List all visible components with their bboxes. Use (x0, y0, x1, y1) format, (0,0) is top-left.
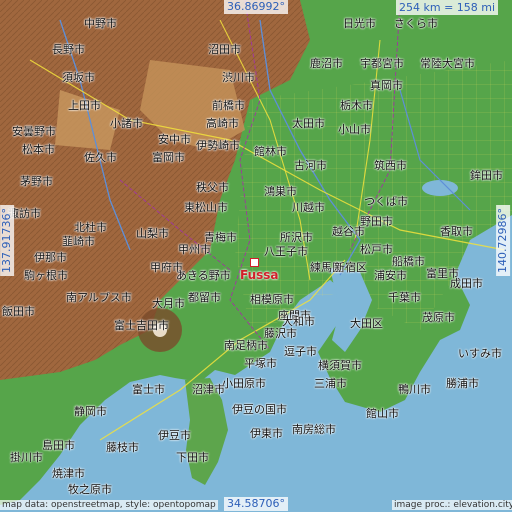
city-label: 横須賀市 (318, 359, 362, 372)
city-label: 古河市 (294, 159, 327, 172)
city-label: 飯田市 (2, 305, 35, 318)
city-label: 高崎市 (206, 117, 239, 130)
city-label: 真岡市 (370, 79, 403, 92)
city-label: 渋川市 (222, 71, 255, 84)
scale-bar: 254 km = 158 mi (396, 0, 499, 15)
city-label: 伊勢崎市 (196, 139, 240, 152)
attribution-right: image proc.: elevation.city (392, 500, 512, 510)
city-label: 三浦市 (314, 377, 347, 390)
city-label: 香取市 (440, 225, 473, 238)
city-label: 南足柄市 (224, 339, 268, 352)
city-label: 韮崎市 (62, 235, 95, 248)
city-label: 松戸市 (360, 243, 393, 256)
city-label: 船橋市 (392, 255, 425, 268)
city-label: 大和市 (282, 315, 315, 328)
city-label: 太田市 (292, 117, 325, 130)
city-label: 越谷市 (332, 225, 365, 238)
city-label: 島田市 (42, 439, 75, 452)
longitude-left-label: 137.91736° (0, 205, 15, 276)
latitude-top-label: 36.86992° (224, 0, 288, 15)
city-label: 富士吉田市 (114, 319, 169, 332)
city-label: 北杜市 (74, 221, 107, 234)
city-label: 大月市 (152, 297, 185, 310)
attribution-left: map data: openstreetmap, style: opentopo… (0, 500, 218, 510)
latitude-bottom-label: 34.58706° (224, 497, 288, 512)
city-label: 富岡市 (152, 151, 185, 164)
city-label: 沼津市 (192, 383, 225, 396)
city-label: 鉾田市 (470, 169, 503, 182)
city-label: 常陸大宮市 (420, 57, 475, 70)
city-label: 茂原市 (422, 311, 455, 324)
city-label: 相模原市 (250, 293, 294, 306)
city-label: 小山市 (338, 123, 371, 136)
city-label: 藤沢市 (264, 327, 297, 340)
city-label: 都留市 (188, 291, 221, 304)
city-label: 伊東市 (250, 427, 283, 440)
city-label: 鴻巣市 (264, 185, 297, 198)
topographic-map[interactable]: 中野市 日光市 さくら市長野市 沼田市鹿沼市 宇都宮市 常陸大宮市須坂市 渋川市真岡市上田市… (0, 0, 512, 512)
city-label: 成田市 (450, 277, 483, 290)
city-label: さくら市 (394, 17, 438, 30)
city-label: 逗子市 (284, 345, 317, 358)
city-label: 南アルプス市 (66, 291, 132, 304)
city-label: 伊那市 (34, 251, 67, 264)
city-label: いすみ市 (458, 347, 502, 360)
city-label: 前橋市 (212, 99, 245, 112)
city-label: 佐久市 (84, 151, 117, 164)
city-label: 駒ヶ根市 (24, 269, 68, 282)
city-label: 千葉市 (388, 291, 421, 304)
city-label: 静岡市 (74, 405, 107, 418)
longitude-right-label: 140.72986° (496, 205, 511, 276)
city-label: 小諸市 (110, 117, 143, 130)
city-label: 下田市 (176, 451, 209, 464)
city-label: 八王子市 (264, 245, 308, 258)
city-label: 日光市 (343, 17, 376, 30)
city-label: 安中市 (158, 133, 191, 146)
city-label: 茅野市 (20, 175, 53, 188)
city-label: 牧之原市 (68, 483, 112, 496)
city-label: 松本市 (22, 143, 55, 156)
city-label: つくば市 (364, 195, 408, 208)
city-label: 小田原市 (222, 377, 266, 390)
city-label: 中野市 (84, 17, 117, 30)
city-label: 上田市 (68, 99, 101, 112)
city-label: 平塚市 (244, 357, 277, 370)
city-label: 須坂市 (62, 71, 95, 84)
city-label: 大田区 (350, 317, 383, 330)
city-label: 山梨市 (136, 227, 169, 240)
city-label: 新宿区 (334, 261, 367, 274)
city-label: 筑西市 (374, 159, 407, 172)
city-label: 青梅市 (204, 231, 237, 244)
location-marker[interactable] (250, 258, 259, 267)
city-label: 甲州市 (178, 243, 211, 256)
city-label: 館林市 (254, 145, 287, 158)
city-label: 勝浦市 (446, 377, 479, 390)
city-label: 所沢市 (280, 231, 313, 244)
city-label: 栃木市 (340, 99, 373, 112)
city-label: 安曇野市 (12, 125, 56, 138)
city-label: 川越市 (292, 201, 325, 214)
city-label: 鹿沼市 (310, 57, 343, 70)
city-label: 浦安市 (374, 269, 407, 282)
city-label: 東松山市 (184, 201, 228, 214)
city-label: 鴨川市 (398, 383, 431, 396)
city-label: 宇都宮市 (360, 57, 404, 70)
city-label: 沼田市 (208, 43, 241, 56)
city-label: 富士市 (132, 383, 165, 396)
city-label: 南房総市 (292, 423, 336, 436)
city-label: 館山市 (366, 407, 399, 420)
city-label: 藤枝市 (106, 441, 139, 454)
city-label: 掛川市 (10, 451, 43, 464)
city-label: 伊豆市 (158, 429, 191, 442)
city-label: 焼津市 (52, 467, 85, 480)
city-label: あきる野市 (176, 269, 231, 282)
city-label: 伊豆の国市 (232, 403, 287, 416)
city-label: 秩父市 (196, 181, 229, 194)
city-label: 長野市 (52, 43, 85, 56)
location-label: Fussa (240, 268, 279, 282)
